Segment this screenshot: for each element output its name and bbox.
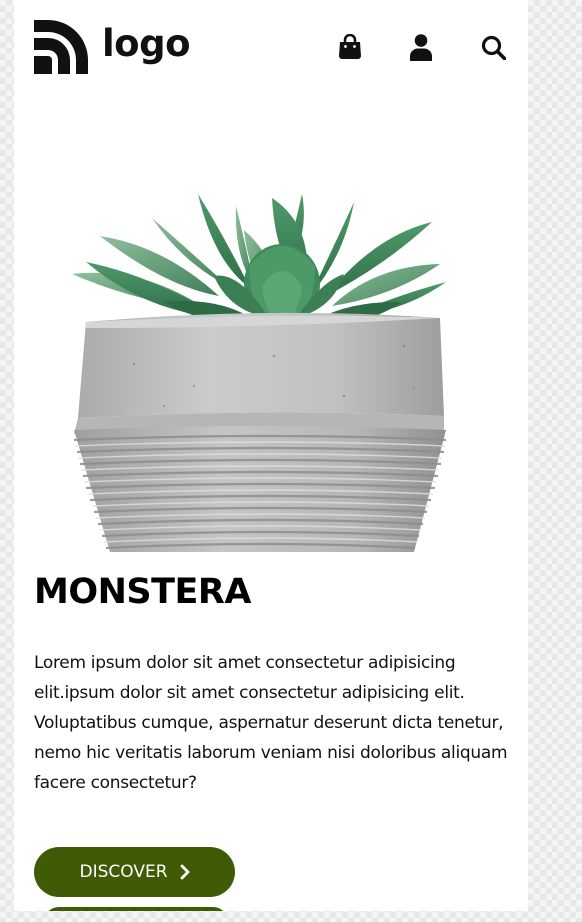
product-image — [14, 96, 528, 552]
user-icon — [410, 33, 432, 61]
chevron-right-icon — [180, 864, 189, 880]
secondary-button[interactable] — [44, 907, 228, 911]
product-description: Lorem ipsum dolor sit amet consectetur a… — [34, 653, 508, 793]
account-button[interactable] — [404, 30, 438, 64]
page-container: logo MONSTERA Lorem ipsum dolor sit amet… — [14, 0, 528, 911]
discover-button[interactable]: DISCOVER — [34, 847, 235, 897]
cart-button[interactable] — [333, 30, 367, 64]
shopping-bag-icon — [339, 34, 361, 59]
succulent-pot-illustration — [72, 194, 447, 552]
logo-mark-icon — [34, 20, 88, 74]
logo[interactable]: logo — [34, 20, 191, 74]
search-button[interactable] — [476, 30, 510, 64]
logo-text: logo — [102, 21, 191, 65]
site-header: logo — [14, 0, 528, 96]
discover-button-label: DISCOVER — [79, 862, 168, 882]
search-icon — [481, 35, 506, 60]
product-title: MONSTERA — [34, 572, 251, 612]
